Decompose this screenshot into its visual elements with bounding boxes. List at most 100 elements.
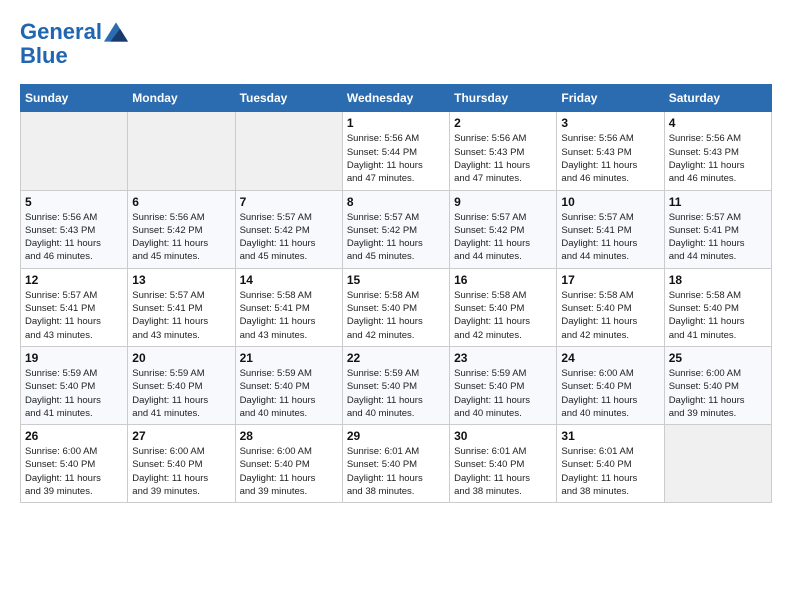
day-number: 26 bbox=[25, 429, 123, 443]
calendar-cell: 11 Sunrise: 5:57 AM Sunset: 5:41 PM Dayli… bbox=[664, 190, 771, 268]
header-sunday: Sunday bbox=[21, 85, 128, 112]
calendar-cell: 23 Sunrise: 5:59 AM Sunset: 5:40 PM Dayli… bbox=[450, 346, 557, 424]
day-number: 30 bbox=[454, 429, 552, 443]
calendar-cell: 9 Sunrise: 5:57 AM Sunset: 5:42 PM Daylig… bbox=[450, 190, 557, 268]
calendar-cell: 22 Sunrise: 5:59 AM Sunset: 5:40 PM Dayli… bbox=[342, 346, 449, 424]
calendar-cell bbox=[664, 425, 771, 503]
logo: General Blue bbox=[20, 20, 128, 68]
calendar-cell: 3Sunrise: 5:56 AM Sunset: 5:43 PM Daylig… bbox=[557, 112, 664, 190]
calendar-cell: 21Sunrise: 5:59 AM Sunset: 5:40 PM Dayli… bbox=[235, 346, 342, 424]
calendar-cell: 30 Sunrise: 6:01 AM Sunset: 5:40 PM Dayli… bbox=[450, 425, 557, 503]
page-header: General Blue bbox=[20, 20, 772, 68]
day-info: Sunrise: 5:56 AM Sunset: 5:43 PM Dayligh… bbox=[561, 132, 659, 185]
day-number: 19 bbox=[25, 351, 123, 365]
calendar-cell: 18 Sunrise: 5:58 AM Sunset: 5:40 PM Dayli… bbox=[664, 268, 771, 346]
calendar-week-row: 1 Sunrise: 5:56 AM Sunset: 5:44 PM Daylig… bbox=[21, 112, 772, 190]
day-info: Sunrise: 5:57 AM Sunset: 5:42 PM Dayligh… bbox=[347, 211, 445, 264]
day-info: Sunrise: 6:00 AM Sunset: 5:40 PM Dayligh… bbox=[132, 445, 230, 498]
day-number: 25 bbox=[669, 351, 767, 365]
day-info: Sunrise: 5:56 AM Sunset: 5:43 PM Dayligh… bbox=[25, 211, 123, 264]
calendar-cell: 17 Sunrise: 5:58 AM Sunset: 5:40 PM Dayli… bbox=[557, 268, 664, 346]
calendar-cell: 5 Sunrise: 5:56 AM Sunset: 5:43 PM Daylig… bbox=[21, 190, 128, 268]
day-info: Sunrise: 6:01 AM Sunset: 5:40 PM Dayligh… bbox=[454, 445, 552, 498]
calendar-cell: 31 Sunrise: 6:01 AM Sunset: 5:40 PM Dayli… bbox=[557, 425, 664, 503]
day-number: 18 bbox=[669, 273, 767, 287]
day-info: Sunrise: 5:59 AM Sunset: 5:40 PM Dayligh… bbox=[454, 367, 552, 420]
day-info: Sunrise: 6:01 AM Sunset: 5:40 PM Dayligh… bbox=[561, 445, 659, 498]
day-number: 1 bbox=[347, 116, 445, 130]
day-number: 24 bbox=[561, 351, 659, 365]
calendar-table: SundayMondayTuesdayWednesdayThursdayFrid… bbox=[20, 84, 772, 503]
day-number: 7 bbox=[240, 195, 338, 209]
day-info: Sunrise: 5:57 AM Sunset: 5:42 PM Dayligh… bbox=[454, 211, 552, 264]
day-info: Sunrise: 5:58 AM Sunset: 5:40 PM Dayligh… bbox=[669, 289, 767, 342]
calendar-cell: 7 Sunrise: 5:57 AM Sunset: 5:42 PM Daylig… bbox=[235, 190, 342, 268]
day-number: 27 bbox=[132, 429, 230, 443]
header-wednesday: Wednesday bbox=[342, 85, 449, 112]
day-info: Sunrise: 5:56 AM Sunset: 5:43 PM Dayligh… bbox=[669, 132, 767, 185]
day-number: 6 bbox=[132, 195, 230, 209]
day-info: Sunrise: 6:01 AM Sunset: 5:40 PM Dayligh… bbox=[347, 445, 445, 498]
calendar-cell: 12 Sunrise: 5:57 AM Sunset: 5:41 PM Dayli… bbox=[21, 268, 128, 346]
calendar-week-row: 19 Sunrise: 5:59 AM Sunset: 5:40 PM Dayli… bbox=[21, 346, 772, 424]
day-info: Sunrise: 5:57 AM Sunset: 5:41 PM Dayligh… bbox=[132, 289, 230, 342]
day-number: 16 bbox=[454, 273, 552, 287]
day-info: Sunrise: 5:59 AM Sunset: 5:40 PM Dayligh… bbox=[347, 367, 445, 420]
day-info: Sunrise: 5:58 AM Sunset: 5:41 PM Dayligh… bbox=[240, 289, 338, 342]
day-number: 14 bbox=[240, 273, 338, 287]
day-number: 5 bbox=[25, 195, 123, 209]
day-info: Sunrise: 5:57 AM Sunset: 5:42 PM Dayligh… bbox=[240, 211, 338, 264]
calendar-cell: 29 Sunrise: 6:01 AM Sunset: 5:40 PM Dayli… bbox=[342, 425, 449, 503]
header-monday: Monday bbox=[128, 85, 235, 112]
calendar-cell: 25 Sunrise: 6:00 AM Sunset: 5:40 PM Dayli… bbox=[664, 346, 771, 424]
day-info: Sunrise: 5:58 AM Sunset: 5:40 PM Dayligh… bbox=[347, 289, 445, 342]
calendar-week-row: 26 Sunrise: 6:00 AM Sunset: 5:40 PM Dayli… bbox=[21, 425, 772, 503]
calendar-cell: 15 Sunrise: 5:58 AM Sunset: 5:40 PM Dayli… bbox=[342, 268, 449, 346]
day-info: Sunrise: 5:59 AM Sunset: 5:40 PM Dayligh… bbox=[25, 367, 123, 420]
day-info: Sunrise: 6:00 AM Sunset: 5:40 PM Dayligh… bbox=[25, 445, 123, 498]
day-number: 28 bbox=[240, 429, 338, 443]
calendar-cell bbox=[235, 112, 342, 190]
calendar-cell: 28Sunrise: 6:00 AM Sunset: 5:40 PM Dayli… bbox=[235, 425, 342, 503]
calendar-cell: 26 Sunrise: 6:00 AM Sunset: 5:40 PM Dayli… bbox=[21, 425, 128, 503]
day-number: 17 bbox=[561, 273, 659, 287]
day-number: 11 bbox=[669, 195, 767, 209]
calendar-header-row: SundayMondayTuesdayWednesdayThursdayFrid… bbox=[21, 85, 772, 112]
calendar-cell: 2Sunrise: 5:56 AM Sunset: 5:43 PM Daylig… bbox=[450, 112, 557, 190]
day-number: 15 bbox=[347, 273, 445, 287]
day-number: 23 bbox=[454, 351, 552, 365]
day-number: 9 bbox=[454, 195, 552, 209]
day-number: 29 bbox=[347, 429, 445, 443]
calendar-cell bbox=[128, 112, 235, 190]
calendar-cell: 24 Sunrise: 6:00 AM Sunset: 5:40 PM Dayli… bbox=[557, 346, 664, 424]
day-number: 21 bbox=[240, 351, 338, 365]
calendar-week-row: 5 Sunrise: 5:56 AM Sunset: 5:43 PM Daylig… bbox=[21, 190, 772, 268]
day-info: Sunrise: 5:59 AM Sunset: 5:40 PM Dayligh… bbox=[132, 367, 230, 420]
day-number: 12 bbox=[25, 273, 123, 287]
day-info: Sunrise: 5:57 AM Sunset: 5:41 PM Dayligh… bbox=[561, 211, 659, 264]
day-info: Sunrise: 5:58 AM Sunset: 5:40 PM Dayligh… bbox=[561, 289, 659, 342]
day-info: Sunrise: 5:57 AM Sunset: 5:41 PM Dayligh… bbox=[669, 211, 767, 264]
calendar-week-row: 12 Sunrise: 5:57 AM Sunset: 5:41 PM Dayli… bbox=[21, 268, 772, 346]
day-info: Sunrise: 6:00 AM Sunset: 5:40 PM Dayligh… bbox=[561, 367, 659, 420]
calendar-cell: 19 Sunrise: 5:59 AM Sunset: 5:40 PM Dayli… bbox=[21, 346, 128, 424]
day-info: Sunrise: 5:56 AM Sunset: 5:43 PM Dayligh… bbox=[454, 132, 552, 185]
calendar-cell bbox=[21, 112, 128, 190]
calendar-cell: 16Sunrise: 5:58 AM Sunset: 5:40 PM Dayli… bbox=[450, 268, 557, 346]
day-number: 13 bbox=[132, 273, 230, 287]
calendar-cell: 1 Sunrise: 5:56 AM Sunset: 5:44 PM Daylig… bbox=[342, 112, 449, 190]
day-info: Sunrise: 5:57 AM Sunset: 5:41 PM Dayligh… bbox=[25, 289, 123, 342]
day-number: 22 bbox=[347, 351, 445, 365]
calendar-cell: 14 Sunrise: 5:58 AM Sunset: 5:41 PM Dayli… bbox=[235, 268, 342, 346]
logo-icon bbox=[104, 22, 128, 42]
header-thursday: Thursday bbox=[450, 85, 557, 112]
header-tuesday: Tuesday bbox=[235, 85, 342, 112]
day-number: 31 bbox=[561, 429, 659, 443]
day-number: 10 bbox=[561, 195, 659, 209]
day-info: Sunrise: 5:56 AM Sunset: 5:44 PM Dayligh… bbox=[347, 132, 445, 185]
calendar-cell: 27 Sunrise: 6:00 AM Sunset: 5:40 PM Dayli… bbox=[128, 425, 235, 503]
day-number: 8 bbox=[347, 195, 445, 209]
day-number: 4 bbox=[669, 116, 767, 130]
day-number: 20 bbox=[132, 351, 230, 365]
day-info: Sunrise: 6:00 AM Sunset: 5:40 PM Dayligh… bbox=[669, 367, 767, 420]
